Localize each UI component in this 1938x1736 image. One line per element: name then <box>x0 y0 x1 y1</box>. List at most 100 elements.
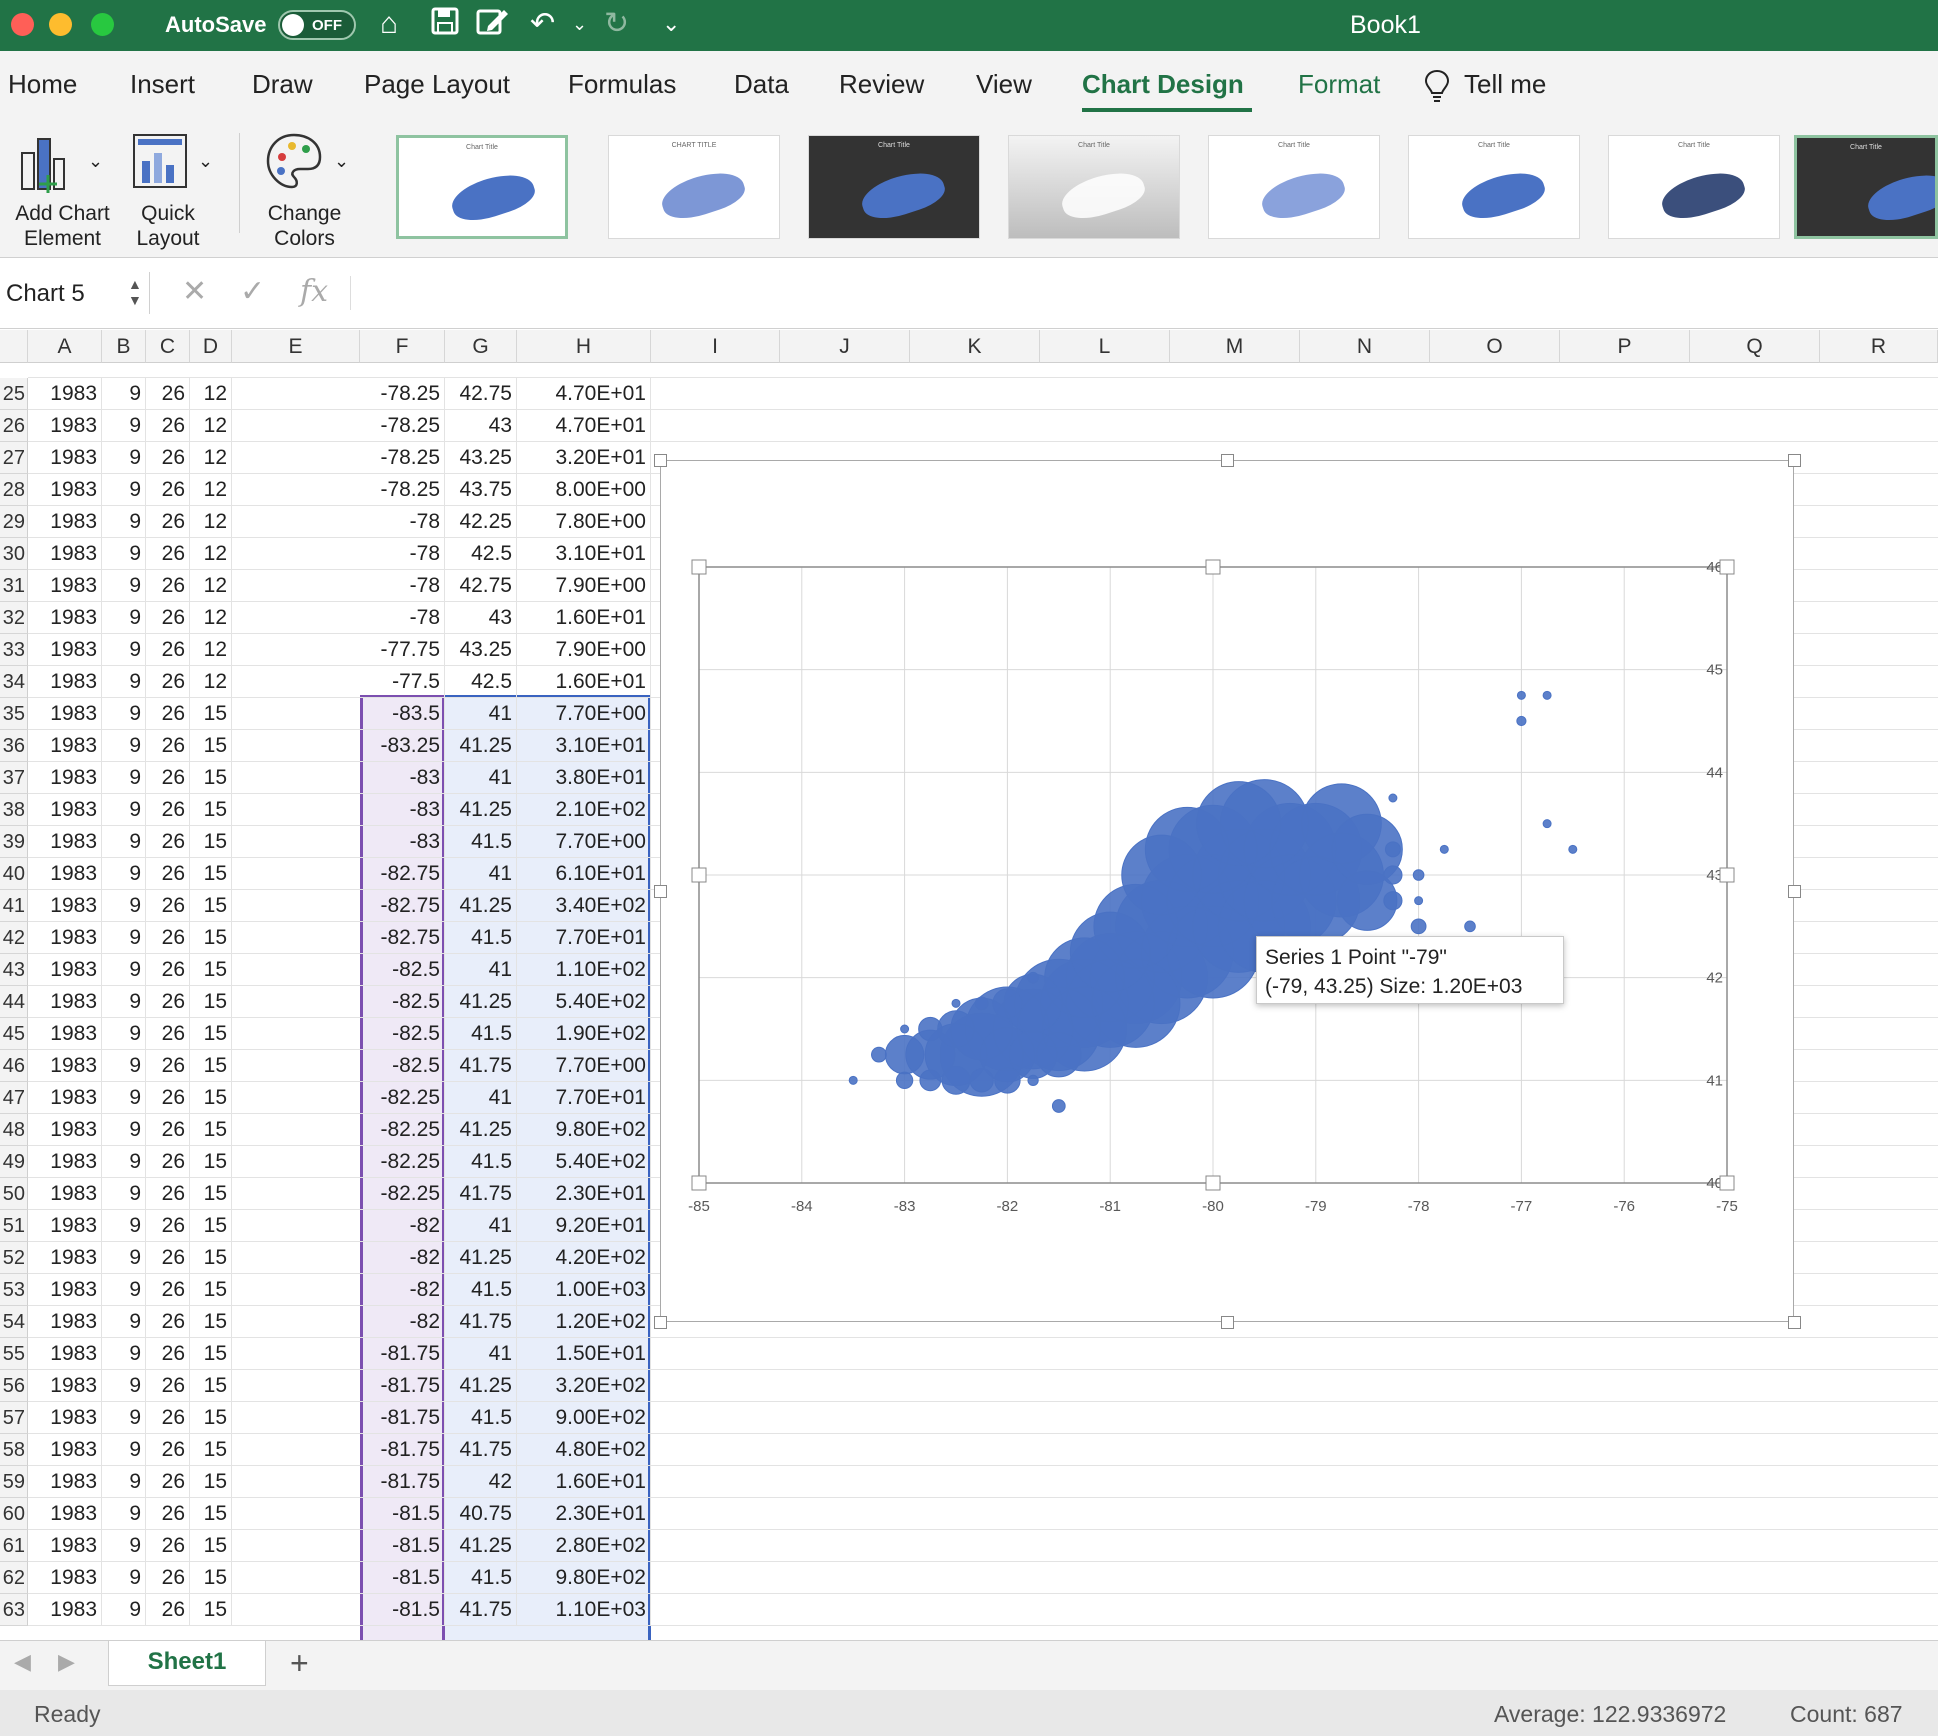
cell-b[interactable]: 9 <box>102 890 146 922</box>
cell-g[interactable]: 43.75 <box>445 474 517 506</box>
row-header[interactable]: 53 <box>0 1274 28 1306</box>
cell-g[interactable]: 42.75 <box>445 570 517 602</box>
scroll-right-icon[interactable]: ▶ <box>58 1649 75 1675</box>
cell-g[interactable]: 43 <box>445 410 517 442</box>
cell-d[interactable]: 15 <box>190 1466 232 1498</box>
row-header[interactable]: 25 <box>0 378 28 410</box>
customize-toolbar-icon[interactable]: ⌄ <box>662 6 680 42</box>
cell-a[interactable]: 1983 <box>28 954 102 986</box>
cell-c[interactable]: 26 <box>146 1210 190 1242</box>
cell-f[interactable]: -78 <box>360 506 445 538</box>
cell-h[interactable]: 7.90E+00 <box>517 634 651 666</box>
cell-b[interactable]: 9 <box>102 410 146 442</box>
cell-c[interactable]: 26 <box>146 986 190 1018</box>
cell-a[interactable]: 1983 <box>28 698 102 730</box>
row-header[interactable]: 29 <box>0 506 28 538</box>
row-header[interactable]: 61 <box>0 1530 28 1562</box>
cell-a[interactable]: 1983 <box>28 1594 102 1626</box>
row-header[interactable]: 32 <box>0 602 28 634</box>
cell-c[interactable]: 26 <box>146 922 190 954</box>
enter-icon[interactable]: ✓ <box>240 274 265 309</box>
cell-c[interactable]: 26 <box>146 1242 190 1274</box>
cell-d[interactable]: 12 <box>190 378 232 410</box>
cell-b[interactable]: 9 <box>102 1370 146 1402</box>
cell-h[interactable]: 9.20E+01 <box>517 1210 651 1242</box>
cell-g[interactable]: 41.75 <box>445 1434 517 1466</box>
cell-h[interactable]: 6.10E+01 <box>517 858 651 890</box>
cell-b[interactable]: 9 <box>102 794 146 826</box>
row-header[interactable]: 51 <box>0 1210 28 1242</box>
row-header[interactable]: 46 <box>0 1050 28 1082</box>
cell-f[interactable]: -78 <box>360 538 445 570</box>
name-box[interactable]: Chart 5 ▲ ▼ <box>0 272 150 314</box>
tab-insert[interactable]: Insert <box>130 69 195 100</box>
cell-c[interactable]: 26 <box>146 698 190 730</box>
row-header[interactable]: 57 <box>0 1402 28 1434</box>
add-sheet-button[interactable]: + <box>290 1645 309 1682</box>
cell-f[interactable]: -81.75 <box>360 1370 445 1402</box>
row-header[interactable]: 34 <box>0 666 28 698</box>
cell-a[interactable]: 1983 <box>28 666 102 698</box>
cell-a[interactable]: 1983 <box>28 1210 102 1242</box>
cell-c[interactable]: 26 <box>146 1274 190 1306</box>
cell-d[interactable]: 15 <box>190 1402 232 1434</box>
cell-g[interactable]: 41.5 <box>445 1146 517 1178</box>
close-window-button[interactable] <box>11 13 34 36</box>
cell-c[interactable]: 26 <box>146 1114 190 1146</box>
cell-a[interactable]: 1983 <box>28 1082 102 1114</box>
cell-h[interactable]: 3.10E+01 <box>517 538 651 570</box>
cell-a[interactable]: 1983 <box>28 474 102 506</box>
cell-f[interactable]: -78 <box>360 602 445 634</box>
cell-b[interactable]: 9 <box>102 1082 146 1114</box>
cell-g[interactable]: 41.75 <box>445 1050 517 1082</box>
cell-d[interactable]: 15 <box>190 1178 232 1210</box>
cell-c[interactable]: 26 <box>146 1530 190 1562</box>
cell-g[interactable]: 42.25 <box>445 506 517 538</box>
cell-h[interactable]: 4.70E+01 <box>517 410 651 442</box>
row-header[interactable]: 58 <box>0 1434 28 1466</box>
column-header-h[interactable]: H <box>517 330 651 363</box>
tab-home[interactable]: Home <box>8 69 77 100</box>
row-header[interactable]: 50 <box>0 1178 28 1210</box>
row-header[interactable]: 62 <box>0 1562 28 1594</box>
column-header-a[interactable]: A <box>28 330 102 363</box>
row-header[interactable]: 60 <box>0 1498 28 1530</box>
cell-f[interactable]: -82.75 <box>360 858 445 890</box>
cell-g[interactable]: 41.25 <box>445 1242 517 1274</box>
cell-c[interactable]: 26 <box>146 666 190 698</box>
cell-g[interactable]: 41.5 <box>445 922 517 954</box>
cell-h[interactable]: 1.10E+02 <box>517 954 651 986</box>
cell-g[interactable]: 41 <box>445 1210 517 1242</box>
cell-a[interactable]: 1983 <box>28 410 102 442</box>
cell-g[interactable]: 41.5 <box>445 1562 517 1594</box>
cell-f[interactable]: -82.5 <box>360 1050 445 1082</box>
cell-d[interactable]: 15 <box>190 1082 232 1114</box>
cell-a[interactable]: 1983 <box>28 1178 102 1210</box>
cell-b[interactable]: 9 <box>102 1466 146 1498</box>
row-header[interactable]: 27 <box>0 442 28 474</box>
cell-g[interactable]: 41.25 <box>445 794 517 826</box>
cell-h[interactable]: 2.30E+01 <box>517 1498 651 1530</box>
cell-c[interactable]: 26 <box>146 1434 190 1466</box>
redo-icon[interactable]: ↻ <box>604 6 629 42</box>
cell-h[interactable]: 2.80E+02 <box>517 1530 651 1562</box>
cell-h[interactable]: 5.40E+02 <box>517 1146 651 1178</box>
scroll-left-icon[interactable]: ◀ <box>14 1649 31 1675</box>
cell-a[interactable]: 1983 <box>28 1274 102 1306</box>
cell-b[interactable]: 9 <box>102 538 146 570</box>
cell-a[interactable]: 1983 <box>28 1018 102 1050</box>
tab-formulas[interactable]: Formulas <box>568 69 676 100</box>
chart-style-3[interactable]: Chart Title <box>808 135 980 239</box>
cell-f[interactable]: -82.75 <box>360 922 445 954</box>
cell-b[interactable]: 9 <box>102 1594 146 1626</box>
cell-h[interactable]: 4.70E+01 <box>517 378 651 410</box>
cell-g[interactable]: 41 <box>445 762 517 794</box>
cell-g[interactable]: 41.25 <box>445 1114 517 1146</box>
cell-f[interactable]: -81.5 <box>360 1562 445 1594</box>
cell-h[interactable]: 7.70E+01 <box>517 922 651 954</box>
chart-resize-handle[interactable] <box>1788 885 1801 898</box>
cell-d[interactable]: 15 <box>190 1114 232 1146</box>
row-header[interactable]: 30 <box>0 538 28 570</box>
cell-h[interactable]: 3.80E+01 <box>517 762 651 794</box>
save-icon[interactable] <box>430 6 460 45</box>
